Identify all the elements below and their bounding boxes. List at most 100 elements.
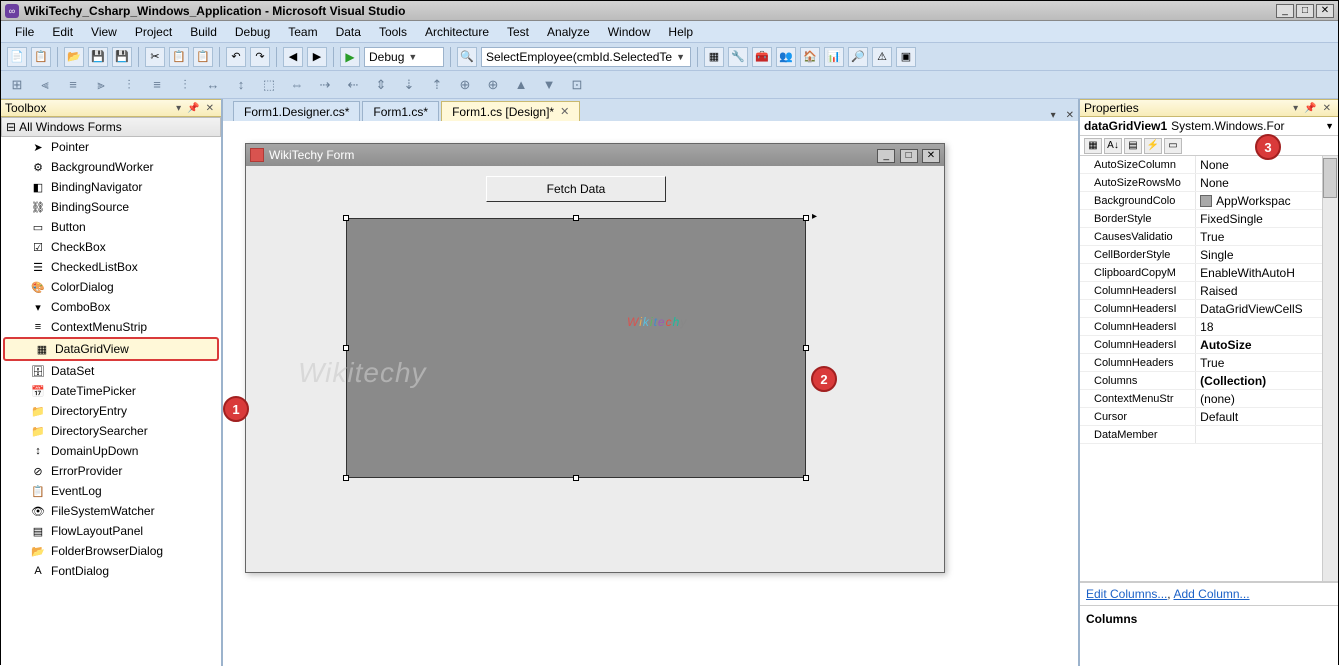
panel-options-button[interactable]: ▾ [173,103,184,114]
properties-tab-button[interactable]: ▤ [1124,138,1142,154]
start-page-button[interactable]: 🏠 [800,47,820,67]
add-item-button[interactable]: 📋 [31,47,51,67]
property-row[interactable]: ColumnHeadersIDataGridViewCellS [1080,300,1322,318]
resize-handle[interactable] [573,215,579,221]
property-value[interactable]: Single [1196,246,1322,263]
send-back-button[interactable]: ▼ [539,75,559,95]
menu-debug[interactable]: Debug [227,23,278,41]
document-tab[interactable]: Form1.cs [Design]*✕ [441,101,580,121]
property-row[interactable]: AutoSizeColumnNone [1080,156,1322,174]
form-close-button[interactable]: ✕ [922,149,940,163]
toolbox-item-backgroundworker[interactable]: ⚙BackgroundWorker [1,157,221,177]
property-row[interactable]: Columns(Collection) [1080,372,1322,390]
toolbox-item-directoryentry[interactable]: 📁DirectoryEntry [1,401,221,421]
property-value[interactable]: FixedSingle [1196,210,1322,227]
property-value[interactable]: AppWorkspac [1196,192,1322,209]
property-row[interactable]: BackgroundColoAppWorkspac [1080,192,1322,210]
toolbox-item-bindingsource[interactable]: ⛓BindingSource [1,197,221,217]
menu-data[interactable]: Data [328,23,369,41]
solution-explorer-button[interactable]: ▦ [704,47,724,67]
align-right-button[interactable]: ⫸ [91,75,111,95]
form-maximize-button[interactable]: □ [900,149,918,163]
cut-button[interactable]: ✂ [145,47,165,67]
property-row[interactable]: CursorDefault [1080,408,1322,426]
resize-handle[interactable] [803,345,809,351]
property-row[interactable]: ColumnHeadersTrue [1080,354,1322,372]
output-button[interactable]: ▣ [896,47,916,67]
menu-build[interactable]: Build [182,23,225,41]
align-center-button[interactable]: ≡ [63,75,83,95]
vspace-dec-button[interactable]: ⇡ [427,75,447,95]
edit-columns-link[interactable]: Edit Columns... [1086,587,1167,601]
events-button[interactable]: ⚡ [1144,138,1162,154]
toolbox-item-checkedlistbox[interactable]: ☰CheckedListBox [1,257,221,277]
document-tab[interactable]: Form1.Designer.cs* [233,101,360,121]
property-value[interactable]: None [1196,174,1322,191]
same-size-button[interactable]: ⬚ [259,75,279,95]
menu-file[interactable]: File [7,23,42,41]
property-value[interactable]: True [1196,228,1322,245]
vspace-equal-button[interactable]: ⇕ [371,75,391,95]
form-designer[interactable]: WikiTechy Form _ □ ✕ Fetch Data Wikitech… [223,121,1078,666]
property-value[interactable]: EnableWithAutoH [1196,264,1322,281]
team-explorer-button[interactable]: 👥 [776,47,796,67]
property-row[interactable]: ColumnHeadersI18 [1080,318,1322,336]
toolbox-item-checkbox[interactable]: ☑CheckBox [1,237,221,257]
scrollbar[interactable] [1322,156,1338,581]
property-row[interactable]: ColumnHeadersIRaised [1080,282,1322,300]
undo-button[interactable]: ↶ [226,47,246,67]
nav-back-button[interactable]: ◀ [283,47,303,67]
toolbox-item-fontdialog[interactable]: AFontDialog [1,561,221,581]
start-debug-button[interactable]: ▶ [340,47,360,67]
property-value[interactable]: (Collection) [1196,372,1322,389]
same-height-button[interactable]: ↕ [231,75,251,95]
hspace-equal-button[interactable]: ⇔ [287,75,307,95]
bring-front-button[interactable]: ▲ [511,75,531,95]
resize-handle[interactable] [803,215,809,221]
toolbox-item-dataset[interactable]: 🗄DataSet [1,361,221,381]
toolbox-item-domainupdown[interactable]: ↕DomainUpDown [1,441,221,461]
tab-close-button[interactable]: ✕ [1062,110,1078,121]
toolbox-item-datetimepicker[interactable]: 📅DateTimePicker [1,381,221,401]
toolbox-item-datagridview[interactable]: ▦DataGridView [3,337,219,361]
menu-team[interactable]: Team [280,23,325,41]
copy-button[interactable]: 📋 [169,47,189,67]
close-button[interactable]: ✕ [1316,4,1334,18]
menu-view[interactable]: View [83,23,125,41]
nav-fwd-button[interactable]: ▶ [307,47,327,67]
resize-handle[interactable] [343,215,349,221]
smart-tag-button[interactable]: ▸ [812,211,817,222]
property-object-selector[interactable]: dataGridView1 System.Windows.For ▼ [1080,117,1338,136]
property-value[interactable]: Raised [1196,282,1322,299]
toolbox-group-header[interactable]: ⊟ All Windows Forms [1,117,221,137]
align-grid-button[interactable]: ⊞ [7,75,27,95]
menu-tools[interactable]: Tools [371,23,415,41]
scroll-thumb[interactable] [1323,158,1337,198]
toolbox-item-directorysearcher[interactable]: 📁DirectorySearcher [1,421,221,441]
center-h-button[interactable]: ⊕ [455,75,475,95]
panel-options-button[interactable]: ▾ [1290,103,1301,114]
menu-architecture[interactable]: Architecture [417,23,497,41]
property-pages-button[interactable]: ▭ [1164,138,1182,154]
find-combo[interactable]: SelectEmployee(cmbId.SelectedTe ▼ [481,47,691,67]
property-row[interactable]: ClipboardCopyMEnableWithAutoH [1080,264,1322,282]
resize-handle[interactable] [343,345,349,351]
toolbox-button[interactable]: 🧰 [752,47,772,67]
properties-button[interactable]: 🔧 [728,47,748,67]
toolbox-item-flowlayoutpanel[interactable]: ▤FlowLayoutPanel [1,521,221,541]
toolbox-item-contextmenustrip[interactable]: ≡ContextMenuStrip [1,317,221,337]
find-in-files-button[interactable]: 🔍 [457,47,477,67]
menu-project[interactable]: Project [127,23,180,41]
hspace-inc-button[interactable]: ⇢ [315,75,335,95]
alphabetical-button[interactable]: A↓ [1104,138,1122,154]
property-row[interactable]: DataMember [1080,426,1322,444]
panel-close-button[interactable]: ✕ [1320,103,1334,114]
categorized-button[interactable]: ▦ [1084,138,1102,154]
center-v-button[interactable]: ⊕ [483,75,503,95]
toolbox-item-errorprovider[interactable]: ⊘ErrorProvider [1,461,221,481]
resize-handle[interactable] [573,475,579,481]
align-bottom-button[interactable]: ⫶ [175,75,195,95]
class-view-button[interactable]: 📊 [824,47,844,67]
toolbox-item-filesystemwatcher[interactable]: 👁FileSystemWatcher [1,501,221,521]
save-button[interactable]: 💾 [88,47,108,67]
